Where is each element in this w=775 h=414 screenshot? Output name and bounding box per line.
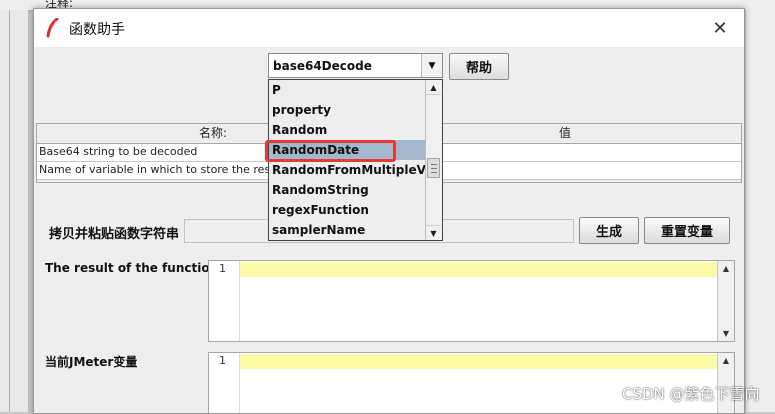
close-icon: ✕ <box>712 17 728 39</box>
close-button[interactable]: ✕ <box>704 14 736 42</box>
current-line-highlight <box>240 262 718 277</box>
chevron-down-icon[interactable]: ▼ <box>426 225 441 240</box>
help-button[interactable]: 帮助 <box>449 53 509 80</box>
title-bar[interactable]: 函数助手 ✕ <box>34 9 744 47</box>
divider <box>9 10 10 412</box>
dropdown-option[interactable]: RandomString <box>269 180 426 200</box>
annotation-highlight-box <box>265 140 396 162</box>
copy-function-label: 拷贝并粘贴函数字符串 <box>49 227 180 242</box>
reset-variables-button[interactable]: 重置变量 <box>644 217 730 244</box>
dropdown-option[interactable]: Random <box>269 120 426 140</box>
result-label: The result of the function is <box>45 261 234 275</box>
dropdown-option[interactable]: property <box>269 100 426 120</box>
line-number: 1 <box>219 262 226 275</box>
function-select[interactable]: base64Decode ▼ <box>268 53 443 78</box>
chevron-up-icon[interactable]: ▲ <box>718 261 734 276</box>
scrollbar-thumb[interactable] <box>427 158 440 178</box>
current-line-highlight <box>240 354 718 369</box>
feather-icon <box>46 18 59 38</box>
thumb-grip <box>431 164 437 165</box>
chevron-down-icon[interactable]: ▼ <box>421 54 442 77</box>
dialog-title: 函数助手 <box>69 22 125 38</box>
result-editor[interactable]: 1 ▲ ▼ <box>208 260 735 342</box>
chevron-up-icon[interactable]: ▲ <box>718 353 734 368</box>
generate-button[interactable]: 生成 <box>579 217 639 244</box>
watermark: CSDN @紫色下雪向 <box>622 385 760 403</box>
background-panel-right <box>746 10 775 412</box>
line-gutter: 1 <box>209 353 240 413</box>
dropdown-scrollbar[interactable]: ▲ ▼ <box>425 80 442 240</box>
background-panel-left <box>0 10 29 412</box>
function-select-value: base64Decode <box>273 59 372 73</box>
thumb-grip <box>431 172 437 173</box>
jmeter-variables-label: 当前JMeter变量 <box>45 355 138 369</box>
dropdown-option[interactable]: samplerName <box>269 220 426 240</box>
line-gutter: 1 <box>209 261 240 341</box>
thumb-grip <box>431 168 437 169</box>
vertical-scrollbar[interactable]: ▲ ▼ <box>717 261 734 341</box>
dropdown-option[interactable]: RandomFromMultipleVars <box>269 160 426 180</box>
dropdown-option[interactable]: P <box>269 80 426 100</box>
function-helper-dialog: 函数助手 ✕ base64Decode ▼ 帮助 名称: 值 Base64 st… <box>33 8 745 414</box>
dropdown-option[interactable]: regexFunction <box>269 200 426 220</box>
chevron-down-icon[interactable]: ▼ <box>718 326 734 341</box>
chevron-up-icon[interactable]: ▲ <box>426 80 441 95</box>
line-number: 1 <box>219 354 226 367</box>
